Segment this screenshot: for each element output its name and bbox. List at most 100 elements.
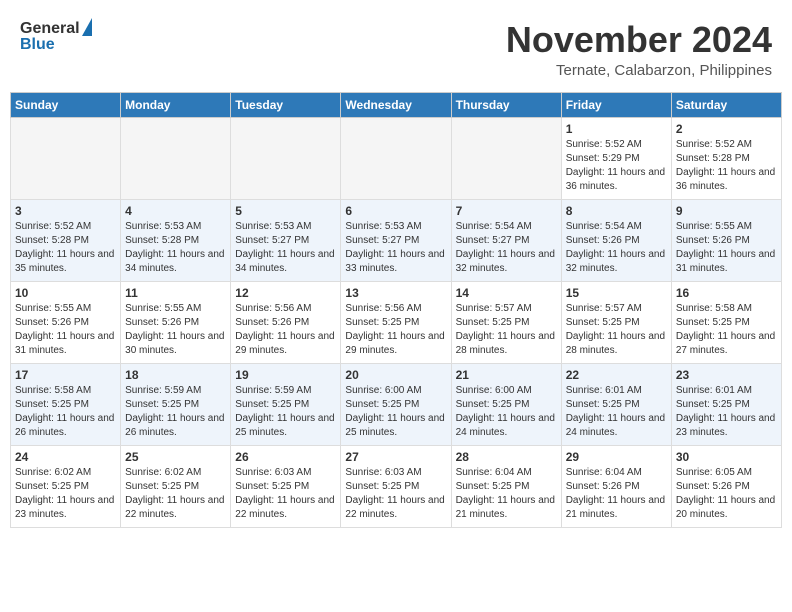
day-header-wednesday: Wednesday: [341, 92, 451, 117]
calendar-cell: 16 Sunrise: 5:58 AM Sunset: 5:25 PM Dayli…: [671, 281, 781, 363]
day-number: 3: [15, 204, 116, 218]
day-number: 24: [15, 450, 116, 464]
day-number: 2: [676, 122, 777, 136]
calendar-cell: 29 Sunrise: 6:04 AM Sunset: 5:26 PM Dayli…: [561, 445, 671, 527]
day-header-saturday: Saturday: [671, 92, 781, 117]
calendar-week-row: 24 Sunrise: 6:02 AM Sunset: 5:25 PM Dayli…: [11, 445, 782, 527]
location-text: Ternate, Calabarzon, Philippines: [506, 62, 772, 79]
calendar-cell: 27Sunrise: 6:03 AM Sunset: 5:25 PM Dayli…: [341, 445, 451, 527]
calendar-cell: 10 Sunrise: 5:55 AM Sunset: 5:26 PM Dayli…: [11, 281, 121, 363]
calendar-cell: 21Sunrise: 6:00 AM Sunset: 5:25 PM Dayli…: [451, 363, 561, 445]
calendar-table: SundayMondayTuesdayWednesdayThursdayFrid…: [10, 92, 782, 528]
calendar-cell: 23 Sunrise: 6:01 AM Sunset: 5:25 PM Dayli…: [671, 363, 781, 445]
day-number: 22: [566, 368, 667, 382]
page-header: General Blue November 2024 Ternate, Cala…: [10, 10, 782, 84]
day-number: 29: [566, 450, 667, 464]
day-info: Sunrise: 5:57 AM Sunset: 5:25 PM Dayligh…: [456, 302, 557, 358]
day-number: 4: [125, 204, 226, 218]
day-number: 19: [235, 368, 336, 382]
day-number: 30: [676, 450, 777, 464]
day-number: 16: [676, 286, 777, 300]
day-info: Sunrise: 5:54 AM Sunset: 5:26 PM Dayligh…: [566, 220, 667, 276]
calendar-cell: 28 Sunrise: 6:04 AM Sunset: 5:25 PM Dayli…: [451, 445, 561, 527]
day-number: 28: [456, 450, 557, 464]
calendar-cell: 2 Sunrise: 5:52 AM Sunset: 5:28 PM Daylig…: [671, 117, 781, 199]
calendar-cell: 14 Sunrise: 5:57 AM Sunset: 5:25 PM Dayli…: [451, 281, 561, 363]
day-info: Sunrise: 5:58 AM Sunset: 5:25 PM Dayligh…: [676, 302, 777, 358]
day-info: Sunrise: 5:53 AM Sunset: 5:28 PM Dayligh…: [125, 220, 226, 276]
logo-blue-text: Blue: [20, 36, 55, 54]
calendar-cell: 1 Sunrise: 5:52 AM Sunset: 5:29 PM Daylig…: [561, 117, 671, 199]
calendar-week-row: 17 Sunrise: 5:58 AM Sunset: 5:25 PM Dayli…: [11, 363, 782, 445]
calendar-cell: [231, 117, 341, 199]
day-info: Sunrise: 5:55 AM Sunset: 5:26 PM Dayligh…: [676, 220, 777, 276]
calendar-cell: [121, 117, 231, 199]
day-number: 7: [456, 204, 557, 218]
calendar-cell: 22 Sunrise: 6:01 AM Sunset: 5:25 PM Dayli…: [561, 363, 671, 445]
calendar-cell: 6 Sunrise: 5:53 AM Sunset: 5:27 PM Daylig…: [341, 199, 451, 281]
day-info: Sunrise: 6:01 AM Sunset: 5:25 PM Dayligh…: [566, 384, 667, 440]
calendar-week-row: 1 Sunrise: 5:52 AM Sunset: 5:29 PM Daylig…: [11, 117, 782, 199]
day-number: 11: [125, 286, 226, 300]
calendar-header-row: SundayMondayTuesdayWednesdayThursdayFrid…: [11, 92, 782, 117]
day-info: Sunrise: 5:55 AM Sunset: 5:26 PM Dayligh…: [125, 302, 226, 358]
day-number: 26: [235, 450, 336, 464]
calendar-cell: 25Sunrise: 6:02 AM Sunset: 5:25 PM Dayli…: [121, 445, 231, 527]
day-info: Sunrise: 5:58 AM Sunset: 5:25 PM Dayligh…: [15, 384, 116, 440]
calendar-cell: 24Sunrise: 6:02 AM Sunset: 5:25 PM Dayli…: [11, 445, 121, 527]
day-info: Sunrise: 6:02 AM Sunset: 5:25 PM Dayligh…: [125, 466, 226, 522]
calendar-cell: 7Sunrise: 5:54 AM Sunset: 5:27 PM Daylig…: [451, 199, 561, 281]
day-number: 13: [345, 286, 446, 300]
day-info: Sunrise: 5:59 AM Sunset: 5:25 PM Dayligh…: [235, 384, 336, 440]
day-info: Sunrise: 5:53 AM Sunset: 5:27 PM Dayligh…: [345, 220, 446, 276]
day-info: Sunrise: 6:00 AM Sunset: 5:25 PM Dayligh…: [456, 384, 557, 440]
calendar-cell: 26 Sunrise: 6:03 AM Sunset: 5:25 PM Dayli…: [231, 445, 341, 527]
day-header-thursday: Thursday: [451, 92, 561, 117]
calendar-cell: 20 Sunrise: 6:00 AM Sunset: 5:25 PM Dayli…: [341, 363, 451, 445]
day-header-sunday: Sunday: [11, 92, 121, 117]
calendar-cell: 11 Sunrise: 5:55 AM Sunset: 5:26 PM Dayli…: [121, 281, 231, 363]
day-number: 1: [566, 122, 667, 136]
day-number: 15: [566, 286, 667, 300]
day-number: 17: [15, 368, 116, 382]
calendar-cell: 4 Sunrise: 5:53 AM Sunset: 5:28 PM Daylig…: [121, 199, 231, 281]
calendar-cell: [341, 117, 451, 199]
calendar-cell: 17 Sunrise: 5:58 AM Sunset: 5:25 PM Dayli…: [11, 363, 121, 445]
day-number: 6: [345, 204, 446, 218]
day-number: 27: [345, 450, 446, 464]
day-number: 9: [676, 204, 777, 218]
calendar-cell: 9 Sunrise: 5:55 AM Sunset: 5:26 PM Daylig…: [671, 199, 781, 281]
calendar-cell: 19 Sunrise: 5:59 AM Sunset: 5:25 PM Dayli…: [231, 363, 341, 445]
calendar-cell: 5 Sunrise: 5:53 AM Sunset: 5:27 PM Daylig…: [231, 199, 341, 281]
day-number: 20: [345, 368, 446, 382]
day-info: Sunrise: 6:00 AM Sunset: 5:25 PM Dayligh…: [345, 384, 446, 440]
logo-triangle-icon: [82, 18, 92, 36]
day-info: Sunrise: 6:01 AM Sunset: 5:25 PM Dayligh…: [676, 384, 777, 440]
day-info: Sunrise: 6:05 AM Sunset: 5:26 PM Dayligh…: [676, 466, 777, 522]
day-info: Sunrise: 5:52 AM Sunset: 5:28 PM Dayligh…: [676, 138, 777, 194]
calendar-cell: 12Sunrise: 5:56 AM Sunset: 5:26 PM Dayli…: [231, 281, 341, 363]
day-header-tuesday: Tuesday: [231, 92, 341, 117]
day-header-monday: Monday: [121, 92, 231, 117]
day-info: Sunrise: 5:55 AM Sunset: 5:26 PM Dayligh…: [15, 302, 116, 358]
calendar-cell: [451, 117, 561, 199]
day-info: Sunrise: 6:04 AM Sunset: 5:26 PM Dayligh…: [566, 466, 667, 522]
day-info: Sunrise: 5:53 AM Sunset: 5:27 PM Dayligh…: [235, 220, 336, 276]
calendar-cell: 30 Sunrise: 6:05 AM Sunset: 5:26 PM Dayli…: [671, 445, 781, 527]
calendar-week-row: 3Sunrise: 5:52 AM Sunset: 5:28 PM Daylig…: [11, 199, 782, 281]
day-info: Sunrise: 6:04 AM Sunset: 5:25 PM Dayligh…: [456, 466, 557, 522]
day-number: 23: [676, 368, 777, 382]
day-number: 8: [566, 204, 667, 218]
day-info: Sunrise: 5:57 AM Sunset: 5:25 PM Dayligh…: [566, 302, 667, 358]
day-info: Sunrise: 5:52 AM Sunset: 5:29 PM Dayligh…: [566, 138, 667, 194]
day-info: Sunrise: 5:59 AM Sunset: 5:25 PM Dayligh…: [125, 384, 226, 440]
calendar-week-row: 10 Sunrise: 5:55 AM Sunset: 5:26 PM Dayli…: [11, 281, 782, 363]
day-number: 14: [456, 286, 557, 300]
month-title: November 2024: [506, 20, 772, 60]
calendar-cell: 15 Sunrise: 5:57 AM Sunset: 5:25 PM Dayli…: [561, 281, 671, 363]
day-info: Sunrise: 5:56 AM Sunset: 5:26 PM Dayligh…: [235, 302, 336, 358]
day-info: Sunrise: 6:03 AM Sunset: 5:25 PM Dayligh…: [235, 466, 336, 522]
day-number: 5: [235, 204, 336, 218]
day-number: 10: [15, 286, 116, 300]
calendar-cell: 13Sunrise: 5:56 AM Sunset: 5:25 PM Dayli…: [341, 281, 451, 363]
